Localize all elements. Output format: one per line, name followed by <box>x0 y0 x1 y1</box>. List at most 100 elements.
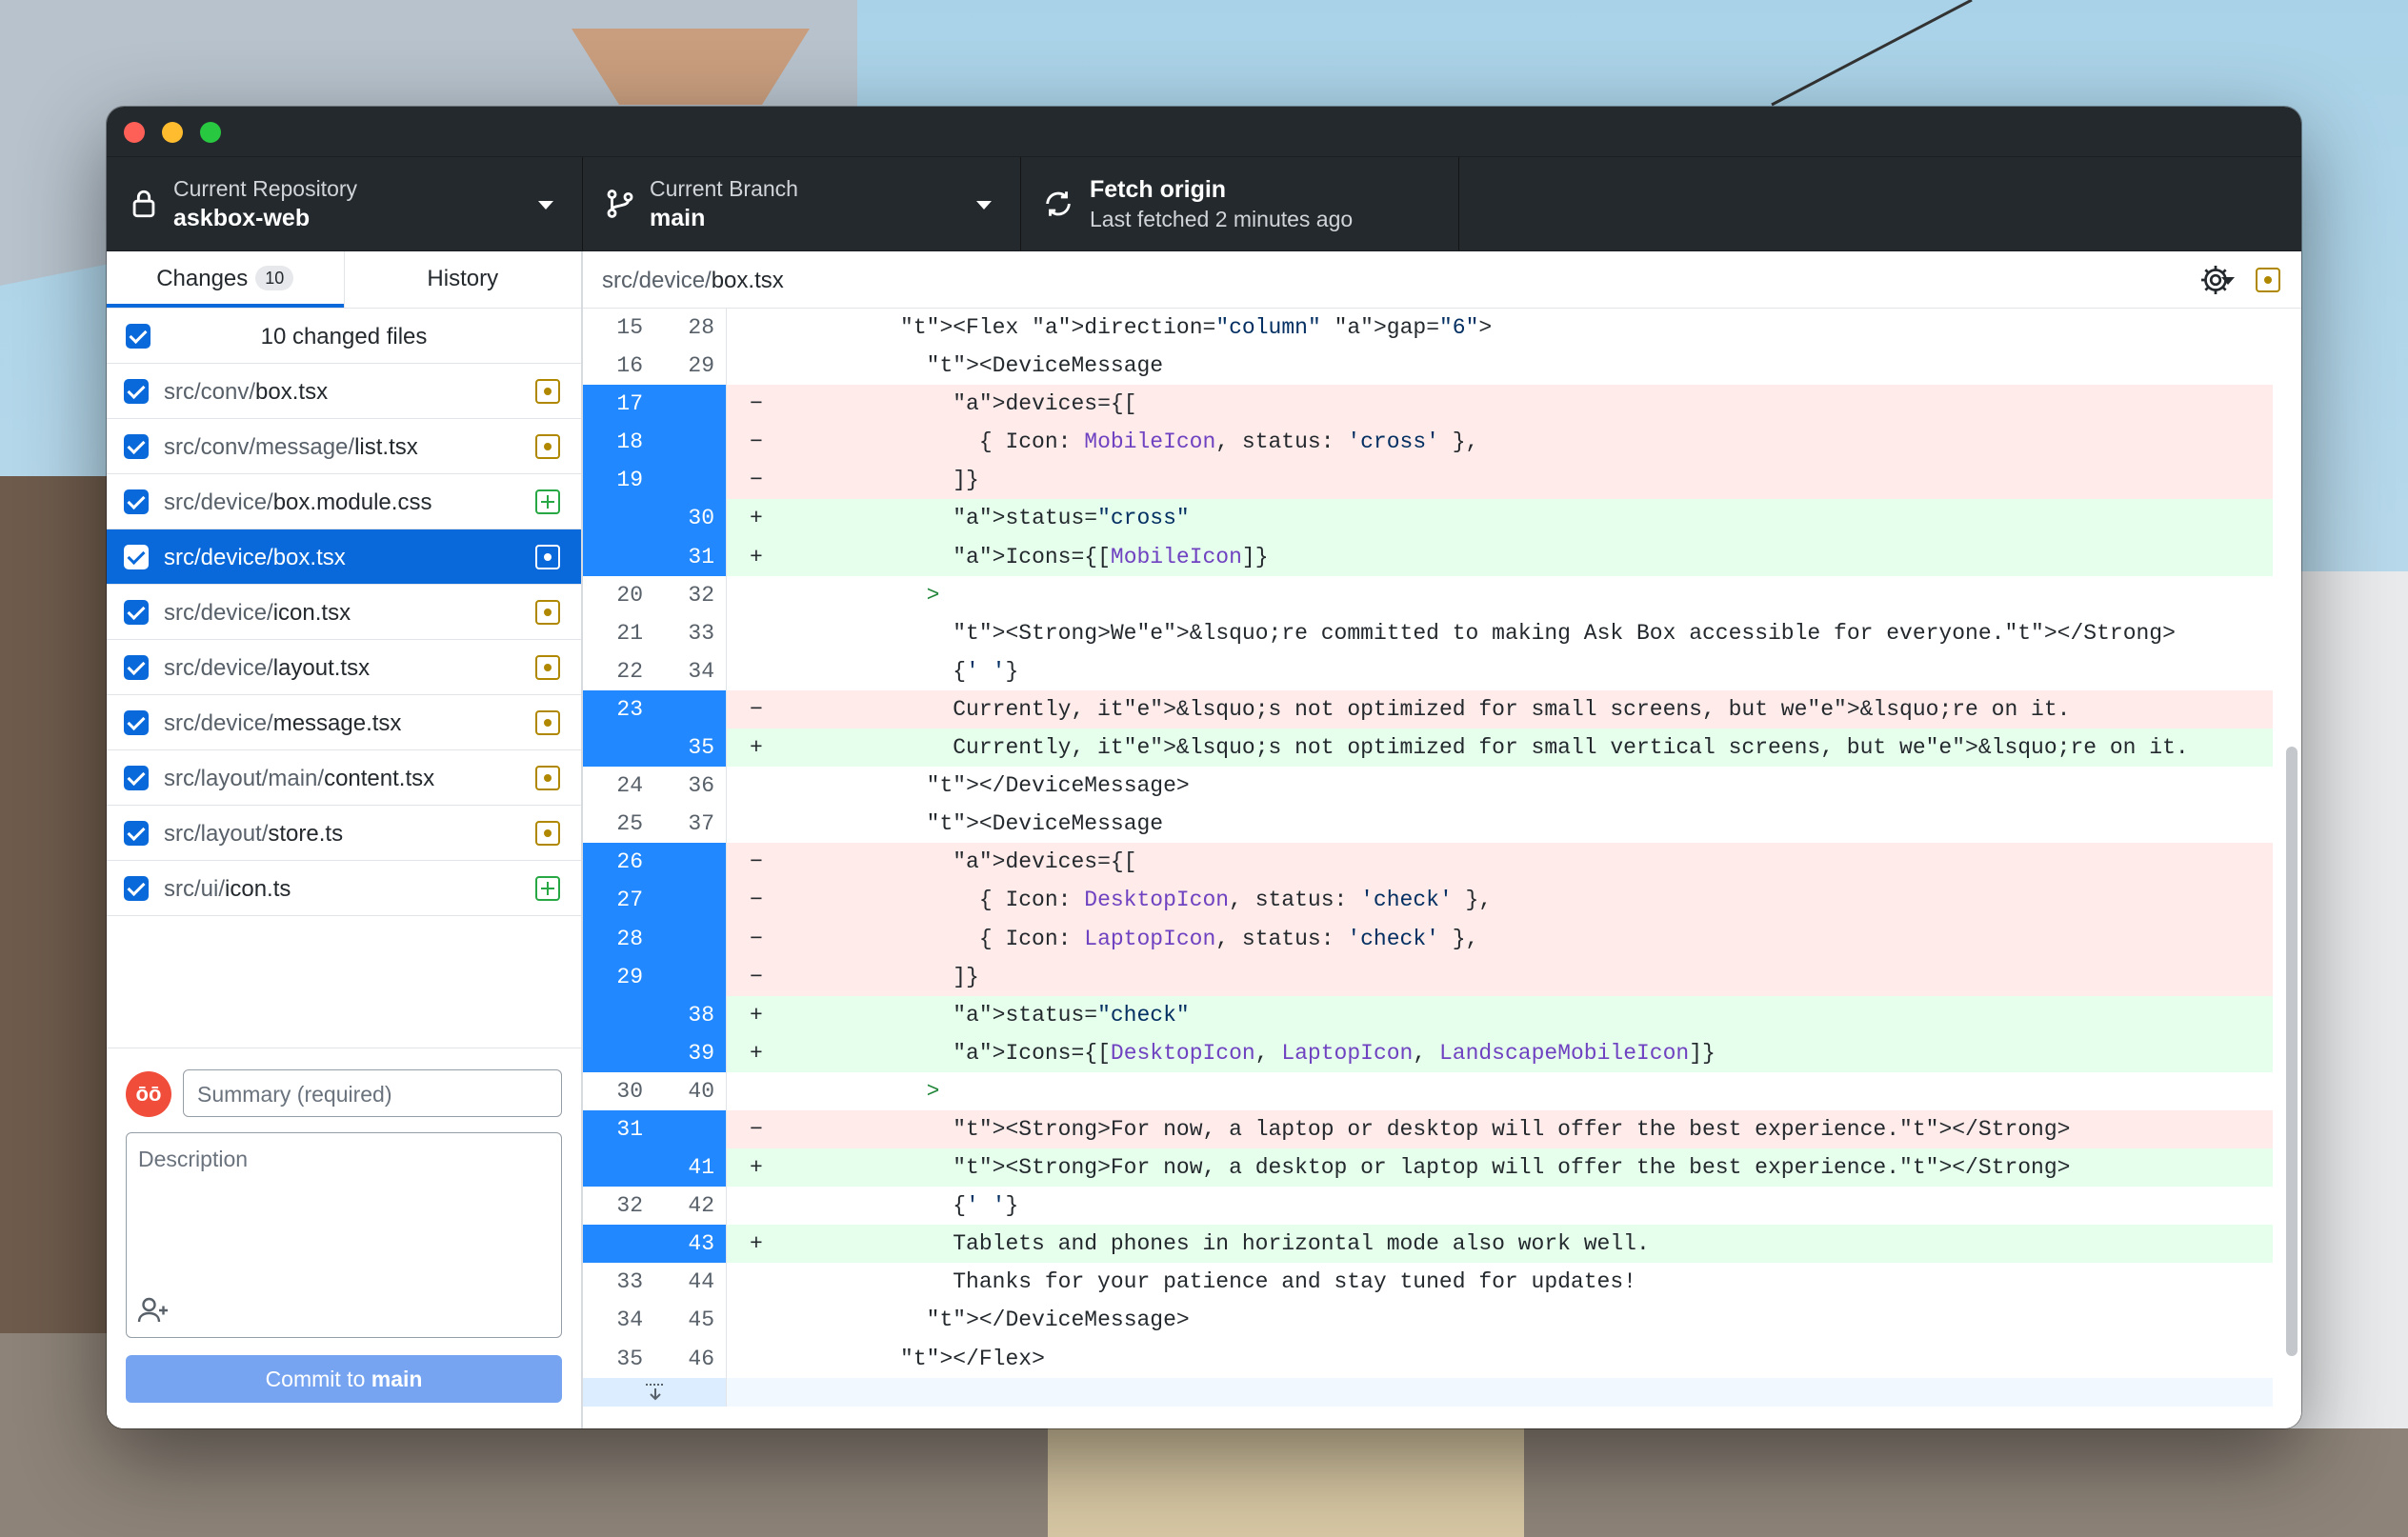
diff-marker <box>727 1187 755 1225</box>
diff-line[interactable]: 31 + "a">Icons={[MobileIcon]} <box>583 537 2273 576</box>
diff-line[interactable]: 34 45 "t"></DeviceMessage> <box>583 1301 2273 1340</box>
old-line-number: 28 <box>583 919 654 958</box>
diff-marker: + <box>750 1002 763 1028</box>
new-line-number: 44 <box>654 1263 727 1302</box>
diff-line[interactable]: 43 + Tablets and phones in horizontal mod… <box>583 1225 2273 1264</box>
current-repository-button[interactable]: Current Repository askbox-web <box>107 157 583 250</box>
diff-line[interactable]: 18 − { Icon: MobileIcon, status: 'cross' … <box>583 423 2273 462</box>
file-include-checkbox[interactable] <box>124 434 149 459</box>
diff-marker: − <box>750 888 763 913</box>
diff-line[interactable]: 15 28 "t"><Flex "a">direction="column" "a… <box>583 309 2273 348</box>
description-textarea[interactable]: Description <box>126 1132 562 1338</box>
expand-context-row[interactable] <box>583 1377 2273 1407</box>
diff-marker: − <box>750 696 763 722</box>
tab-changes[interactable]: Changes 10 <box>107 251 344 308</box>
zoom-window-button[interactable] <box>200 122 221 143</box>
diff-line[interactable]: 41 + "t"><Strong>For now, a desktop or la… <box>583 1148 2273 1188</box>
changed-file-row[interactable]: src/layout/main/content.tsx <box>107 750 581 806</box>
commit-button[interactable]: Commit to main <box>126 1355 562 1403</box>
close-window-button[interactable] <box>124 122 145 143</box>
select-all-row: 10 changed files <box>107 309 581 364</box>
diff-line[interactable]: 17 − "a">devices={[ <box>583 385 2273 424</box>
diff-code: "a">status="cross" <box>953 506 1190 531</box>
file-include-checkbox[interactable] <box>124 655 149 680</box>
old-line-number: 23 <box>583 689 654 729</box>
diff-marker: − <box>750 468 763 493</box>
diff-line[interactable]: 23 − Currently, it"e">&lsquo;s not optimi… <box>583 689 2273 729</box>
diff-line[interactable]: 26 − "a">devices={[ <box>583 843 2273 882</box>
file-include-checkbox[interactable] <box>124 821 149 846</box>
diff-line[interactable]: 32 42 {' '} <box>583 1187 2273 1226</box>
diff-line[interactable]: 28 − { Icon: LaptopIcon, status: 'check' … <box>583 919 2273 958</box>
file-include-checkbox[interactable] <box>124 600 149 625</box>
file-dir: src/device/ <box>164 600 273 626</box>
diff-code: ]} <box>769 964 979 989</box>
branch-name: main <box>650 205 706 231</box>
file-include-checkbox[interactable] <box>124 379 149 404</box>
old-line-number: 20 <box>616 582 643 608</box>
diff-code: "t"><Strong>We"e">&lsquo;re committed to… <box>953 620 2176 646</box>
vertical-scrollbar[interactable] <box>2286 747 2298 1356</box>
diff-line[interactable]: 38 + "a">status="check" <box>583 995 2273 1034</box>
new-line-number: 45 <box>654 1301 727 1340</box>
diff-line[interactable]: 30 + "a">status="cross" <box>583 499 2273 538</box>
diff-line[interactable]: 29 − ]} <box>583 957 2273 996</box>
diff-code: { Icon: LaptopIcon, status: 'check' }, <box>769 926 1479 951</box>
new-line-number <box>654 881 727 920</box>
diff-code: "t"></DeviceMessage> <box>926 1307 1190 1333</box>
diff-line[interactable]: 27 − { Icon: DesktopIcon, status: 'check'… <box>583 881 2273 920</box>
file-name: list.tsx <box>354 434 418 460</box>
new-line-number: 46 <box>654 1339 727 1378</box>
diff-marker <box>727 805 755 843</box>
current-branch-button[interactable]: Current Branch main <box>583 157 1021 250</box>
diff-line[interactable]: 16 29 "t"><DeviceMessage <box>583 347 2273 386</box>
diff-line[interactable]: 22 34 {' '} <box>583 651 2273 690</box>
changed-file-row[interactable]: src/device/message.tsx <box>107 695 581 750</box>
expand-down-icon[interactable] <box>640 1382 671 1403</box>
file-include-checkbox[interactable] <box>124 710 149 735</box>
changed-file-row[interactable]: src/conv/box.tsx <box>107 364 581 419</box>
diff-line[interactable]: 19 − ]} <box>583 461 2273 500</box>
file-include-checkbox[interactable] <box>124 489 149 514</box>
repository-name: askbox-web <box>173 205 311 231</box>
file-include-checkbox[interactable] <box>124 876 149 901</box>
tab-history[interactable]: History <box>343 251 582 308</box>
changed-file-row[interactable]: src/device/box.tsx <box>107 529 581 585</box>
file-name: layout.tsx <box>272 655 371 681</box>
diff-marker <box>727 1301 755 1339</box>
diff-line[interactable]: 25 37 "t"><DeviceMessage <box>583 805 2273 844</box>
new-line-number: 31 <box>654 537 727 576</box>
diff-line[interactable]: 33 44 Thanks for your patience and stay t… <box>583 1263 2273 1302</box>
modified-file-icon <box>535 766 560 790</box>
changed-file-row[interactable]: src/device/box.module.css <box>107 474 581 529</box>
diff-line[interactable]: 20 32 > <box>583 575 2273 614</box>
changed-file-row[interactable]: src/ui/icon.ts <box>107 861 581 916</box>
file-name: content.tsx <box>324 766 435 791</box>
diff-line[interactable]: 30 40 > <box>583 1071 2273 1110</box>
add-co-author-icon[interactable] <box>136 1293 171 1327</box>
changed-file-row[interactable]: src/device/layout.tsx <box>107 640 581 695</box>
changed-file-row[interactable]: src/layout/store.ts <box>107 806 581 861</box>
new-line-number <box>654 423 727 462</box>
diff-line[interactable]: 39 + "a">Icons={[DesktopIcon, LaptopIcon,… <box>583 1033 2273 1072</box>
file-include-checkbox[interactable] <box>124 766 149 790</box>
file-path: src/device/icon.tsx <box>164 600 351 627</box>
diff-line[interactable]: 24 36 "t"></DeviceMessage> <box>583 767 2273 806</box>
file-path-dir: src/device/ <box>602 268 712 293</box>
diff-code: "t"><DeviceMessage <box>926 353 1164 379</box>
minimize-window-button[interactable] <box>162 122 183 143</box>
file-include-checkbox[interactable] <box>124 545 149 569</box>
diff-line[interactable]: 31 − "t"><Strong>For now, a laptop or des… <box>583 1109 2273 1149</box>
diff-line[interactable]: 21 33 "t"><Strong>We"e">&lsquo;re committ… <box>583 613 2273 652</box>
old-line-number <box>583 499 654 538</box>
file-path: src/conv/box.tsx <box>164 379 328 406</box>
file-name: box.tsx <box>272 545 346 570</box>
new-line-number: 41 <box>654 1148 727 1188</box>
modified-file-icon <box>535 821 560 846</box>
summary-input[interactable]: Summary (required) <box>183 1069 562 1117</box>
fetch-origin-button[interactable]: Fetch origin Last fetched 2 minutes ago <box>1021 157 1459 250</box>
changed-file-row[interactable]: src/device/icon.tsx <box>107 585 581 640</box>
changed-file-row[interactable]: src/conv/message/list.tsx <box>107 419 581 474</box>
diff-line[interactable]: 35 + Currently, it"e">&lsquo;s not optimi… <box>583 729 2273 768</box>
diff-line[interactable]: 35 46 "t"></Flex> <box>583 1339 2273 1378</box>
